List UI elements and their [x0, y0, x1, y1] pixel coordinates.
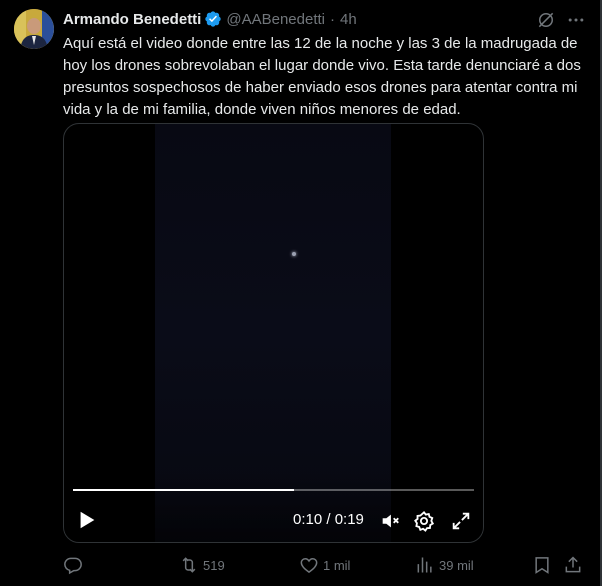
video-player[interactable]: 0:10 / 0:19 [63, 123, 484, 543]
retweet-button[interactable]: 519 [179, 553, 225, 577]
author-name[interactable]: Armando Benedetti [63, 11, 201, 28]
views-button[interactable]: 39 mil [415, 553, 474, 577]
avatar[interactable] [14, 9, 54, 49]
tweet-text: Aquí está el video donde entre las 12 de… [63, 35, 581, 118]
like-count: 1 mil [323, 557, 351, 573]
tweet-top-actions [536, 10, 586, 30]
separator-dot: · [329, 10, 335, 28]
share-icon [565, 556, 581, 573]
grok-icon[interactable] [536, 10, 556, 30]
author-handle[interactable]: @AABenedetti [226, 11, 325, 28]
retweet-icon [182, 557, 196, 573]
play-icon[interactable] [76, 509, 98, 531]
views-icon [417, 557, 432, 573]
bookmark-icon [535, 557, 549, 574]
video-progress-fill [73, 489, 294, 491]
like-icon [300, 557, 318, 573]
views-count: 39 mil [439, 557, 474, 573]
tweet-header: Armando Benedetti @AABenedetti · 4h [63, 9, 357, 29]
tweet-actions-bar: 519 1 mil 39 mil [63, 553, 588, 577]
bookmark-button[interactable] [532, 553, 552, 577]
mute-icon[interactable] [379, 510, 401, 532]
reply-button[interactable] [63, 553, 87, 577]
settings-gear-icon[interactable] [413, 510, 435, 532]
more-icon[interactable] [566, 10, 586, 30]
fullscreen-icon[interactable] [450, 510, 472, 532]
video-time-readout: 0:10 / 0:19 [293, 511, 364, 528]
reply-icon [64, 557, 82, 575]
video-progress-bar[interactable] [73, 489, 474, 491]
video-light-point [292, 252, 296, 256]
verified-badge-icon[interactable] [204, 10, 222, 28]
like-button[interactable]: 1 mil [299, 553, 350, 577]
retweet-count: 519 [203, 557, 225, 573]
share-button[interactable] [563, 553, 583, 577]
tweet-time[interactable]: 4h [340, 11, 357, 28]
